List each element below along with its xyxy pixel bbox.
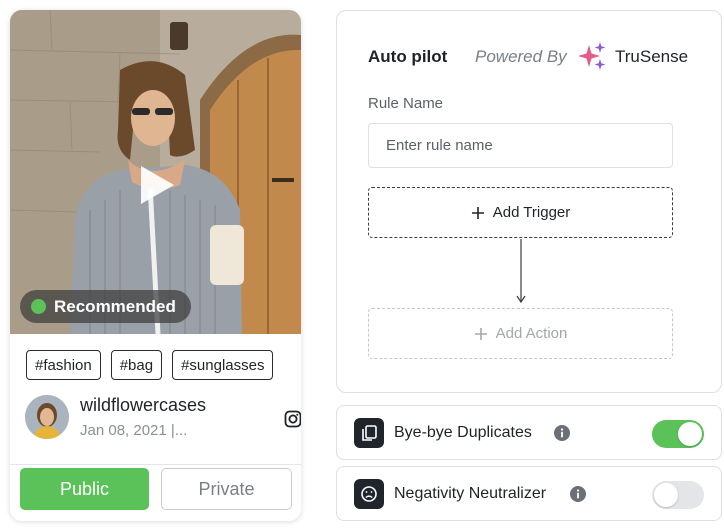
play-icon[interactable]: [137, 163, 177, 207]
powered-by-label: Powered By: [475, 47, 567, 66]
trusense-brand: TruSense: [615, 47, 689, 66]
duplicates-toggle[interactable]: [652, 420, 704, 448]
autopilot-panel: Auto pilot Powered By TruSense Rule Name…: [336, 10, 722, 393]
add-trigger-button[interactable]: Add Trigger: [368, 187, 673, 238]
add-trigger-label: Add Trigger: [492, 204, 571, 221]
post-media[interactable]: Recommended: [10, 10, 301, 334]
plus-icon: [471, 206, 484, 219]
avatar[interactable]: [25, 395, 69, 439]
author-name[interactable]: wildflowercases: [80, 395, 206, 416]
private-button[interactable]: Private: [161, 468, 292, 510]
divider: [10, 464, 301, 465]
hashtag-sunglasses[interactable]: #sunglasses: [172, 350, 274, 380]
public-button[interactable]: Public: [20, 468, 149, 510]
recommended-label: Recommended: [54, 296, 176, 316]
author-info: wildflowercases Jan 08, 2021 |...: [25, 395, 301, 445]
add-action-button[interactable]: Add Action: [368, 308, 673, 359]
sad-face-icon: [354, 479, 384, 509]
hashtag-list: #fashion #bag #sunglasses: [26, 350, 274, 380]
instagram-icon[interactable]: [284, 410, 301, 428]
status-dot-icon: [31, 299, 46, 314]
feature-label: Bye-bye Duplicates: [394, 424, 532, 441]
feature-row-duplicates: Bye-bye Duplicates: [336, 405, 722, 460]
plus-icon: [474, 327, 487, 340]
hashtag-bag[interactable]: #bag: [110, 350, 163, 380]
info-icon[interactable]: [570, 486, 586, 502]
recommended-badge: Recommended: [20, 290, 191, 323]
post-date: Jan 08, 2021 |...: [80, 422, 188, 439]
feature-row-negativity: Negativity Neutralizer: [336, 466, 722, 521]
rule-name-label: Rule Name: [368, 95, 444, 112]
trusense-logo-icon: [578, 42, 606, 70]
hashtag-fashion[interactable]: #fashion: [26, 350, 101, 380]
feature-label: Negativity Neutralizer: [394, 485, 547, 502]
rule-name-input[interactable]: [368, 123, 673, 168]
info-icon[interactable]: [554, 425, 570, 441]
toggle-knob: [654, 483, 678, 507]
copy-icon: [354, 418, 384, 448]
arrow-down-icon: [516, 239, 526, 304]
add-action-label: Add Action: [495, 325, 568, 342]
autopilot-title: Auto pilot: [368, 47, 448, 66]
toggle-knob: [678, 422, 702, 446]
negativity-toggle[interactable]: [652, 481, 704, 509]
post-card: Recommended #fashion #bag #sunglasses wi…: [10, 10, 301, 521]
